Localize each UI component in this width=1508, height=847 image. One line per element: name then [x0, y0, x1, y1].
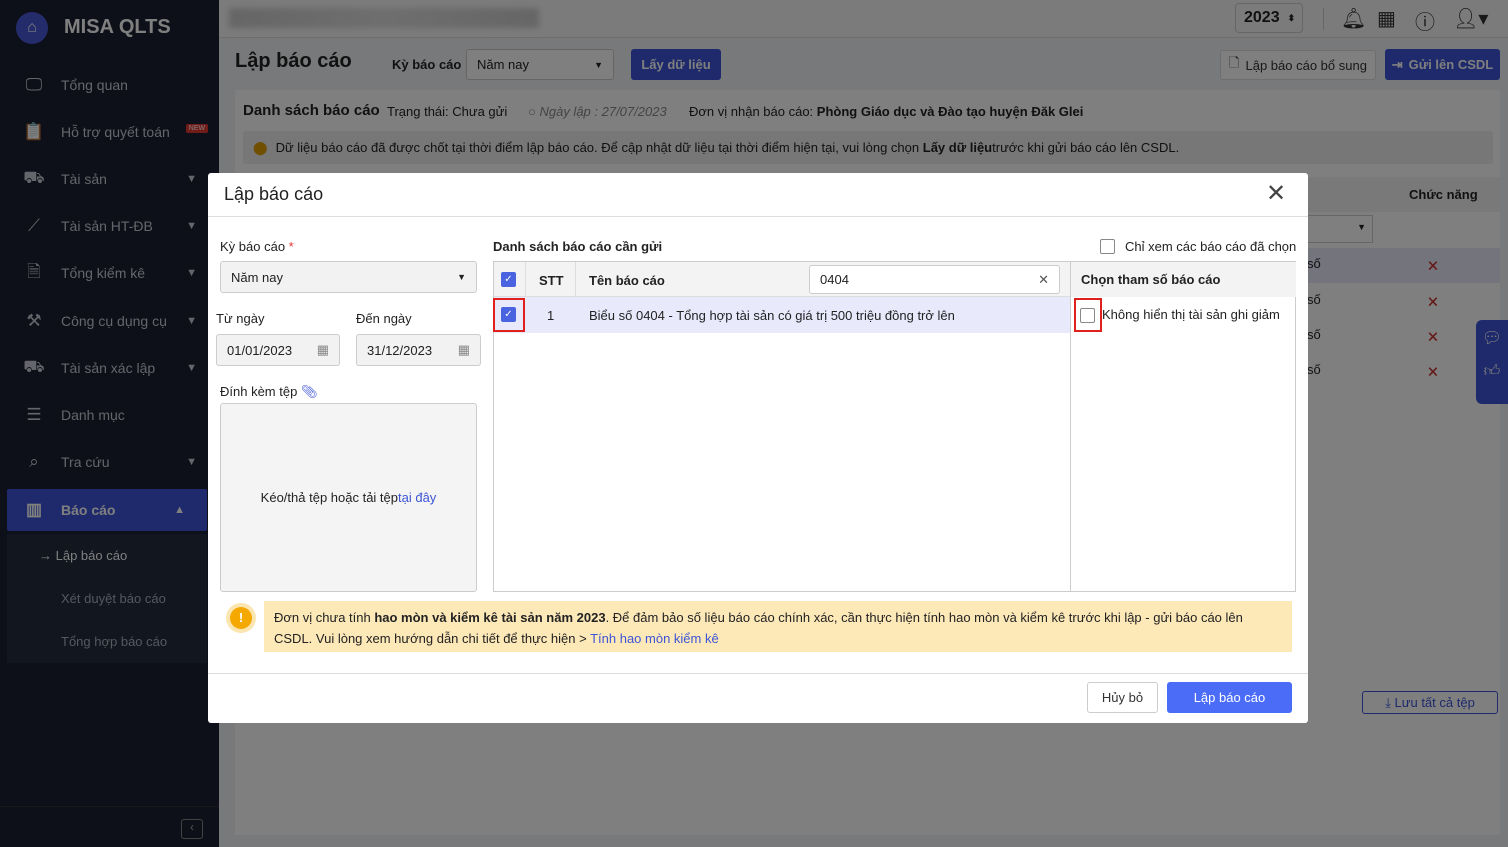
- only-selected-toggle[interactable]: Chỉ xem các báo cáo đã chọn: [1100, 239, 1296, 254]
- to-date-label: Đến ngày: [356, 311, 412, 326]
- hide-decreased-checkbox[interactable]: [1080, 308, 1095, 323]
- depreciation-link[interactable]: Tính hao mòn kiểm kê: [590, 631, 719, 646]
- file-dropzone[interactable]: Kéo/thả tệp hoặc tải tệp tại đây: [220, 403, 477, 592]
- attach-label: Đính kèm tệp 📎︎: [220, 384, 317, 400]
- from-date-input[interactable]: 01/01/2023 ▦: [216, 334, 340, 366]
- row-stt: 1: [547, 308, 555, 323]
- paperclip-icon: 📎︎: [300, 384, 318, 399]
- stt-header: STT: [539, 273, 564, 288]
- upload-link[interactable]: tại đây: [398, 490, 436, 505]
- value: 01/01/2023: [227, 342, 293, 358]
- period-label: Kỳ báo cáo *: [220, 239, 294, 254]
- warning-icon: !: [226, 603, 256, 633]
- row-checkbox[interactable]: ✓: [501, 307, 516, 322]
- period-select[interactable]: Năm nay▼: [220, 261, 477, 293]
- table-row[interactable]: ✓ 1 Biểu số 0404 - Tổng hợp tài sản có g…: [493, 297, 1070, 333]
- params-title: Chọn tham số báo cáo: [1081, 272, 1221, 287]
- list-title: Danh sách báo cáo cần gửi: [493, 239, 663, 254]
- text: Kỳ báo cáo: [220, 239, 286, 254]
- only-selected-checkbox[interactable]: [1100, 239, 1115, 254]
- cancel-button[interactable]: Hủy bỏ: [1087, 682, 1158, 713]
- from-date-label: Từ ngày: [216, 311, 265, 326]
- create-report-button[interactable]: Lập báo cáo: [1167, 682, 1292, 713]
- dialog-title: Lập báo cáo: [224, 184, 324, 204]
- value: Năm nay: [231, 269, 284, 285]
- label: Chỉ xem các báo cáo đã chọn: [1125, 239, 1297, 254]
- close-icon[interactable]: ✕: [1266, 179, 1286, 208]
- calendar-icon[interactable]: ▦: [317, 342, 329, 358]
- clear-icon[interactable]: ✕: [1038, 272, 1049, 288]
- text: Đơn vị chưa tính: [274, 610, 375, 625]
- text: Đính kèm tệp: [220, 384, 298, 399]
- value: 31/12/2023: [367, 342, 433, 358]
- depreciation-warning: Đơn vị chưa tính hao mòn và kiểm kê tài …: [264, 601, 1292, 652]
- to-date-input[interactable]: 31/12/2023 ▦: [356, 334, 481, 366]
- hide-decreased-label: Không hiển thị tài sản ghi giảm: [1102, 307, 1280, 322]
- calendar-icon[interactable]: ▦: [458, 342, 470, 358]
- text: Kéo/thả tệp hoặc tải tệp: [260, 490, 398, 505]
- value: 0404: [820, 272, 849, 287]
- create-report-dialog: Lập báo cáo ✕ Kỳ báo cáo * Năm nay ▼ Từ n…: [208, 173, 1308, 723]
- search-input[interactable]: 0404 ✕: [809, 265, 1060, 294]
- text: hao mòn và kiểm kê tài sản năm 2023: [374, 610, 606, 625]
- report-table: ✓ STT Tên báo cáo 0404 ✕ ✓ 1 Biểu số 0404…: [493, 261, 1296, 592]
- name-header: Tên báo cáo: [589, 273, 665, 288]
- required-mark: *: [288, 239, 294, 254]
- row-name: Biểu số 0404 - Tổng hợp tài sản có giá t…: [589, 308, 955, 323]
- select-all-checkbox[interactable]: ✓: [501, 272, 516, 287]
